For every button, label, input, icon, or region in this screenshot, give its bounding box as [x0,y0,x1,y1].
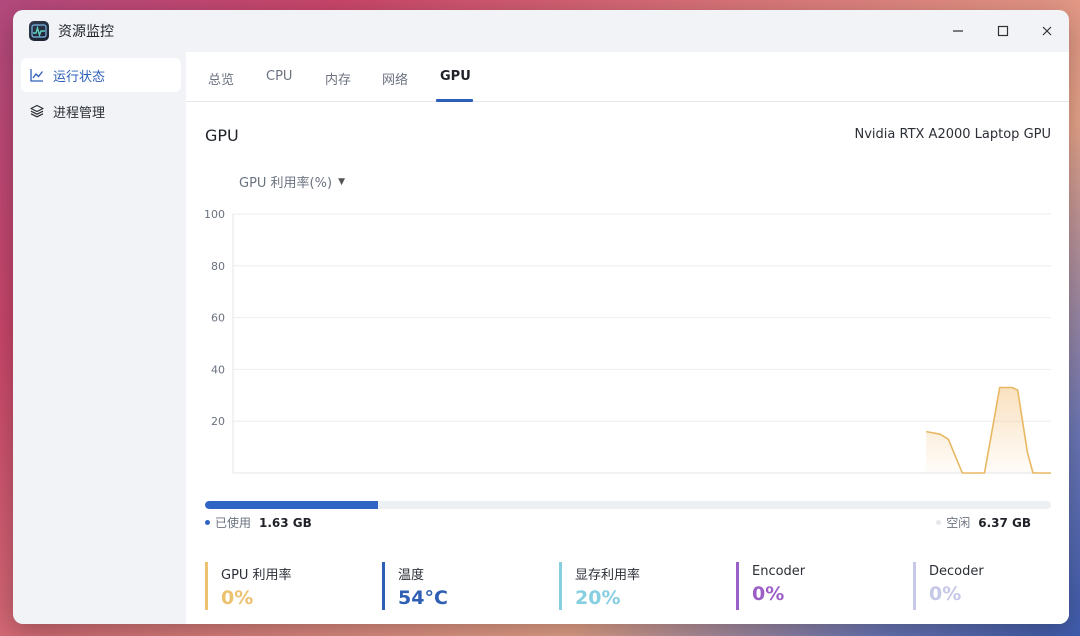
chart-line-icon [29,67,45,83]
gpu-model-name: Nvidia RTX A2000 Laptop GPU [854,127,1052,142]
memory-free: 空闲 6.37 GB [936,514,1031,531]
close-icon [1042,26,1052,36]
stat-value: 0% [752,583,785,605]
sidebar-item-running-status[interactable]: 运行状态 [21,58,181,92]
sidebar-item-label: 运行状态 [53,69,106,85]
minimize-icon [953,30,963,32]
gpu-utilization-chart: 100 80 60 40 20 [204,208,1051,474]
sidebar-item-process-management[interactable]: 进程管理 [21,94,181,128]
used-dot-icon [205,520,210,525]
minimize-button[interactable] [947,21,969,41]
tab-active-indicator [436,99,473,102]
stat-encoder: Encoder 0% [736,562,805,610]
stat-value: 20% [575,587,621,609]
caret-down-icon: ▼ [338,176,345,187]
stat-value: 0% [221,587,254,609]
memory-used: 已使用 1.63 GB [205,514,312,531]
tab-network[interactable]: 网络 [382,69,408,88]
layers-icon [29,103,45,119]
metric-dropdown-label: GPU 利用率(%) [239,176,333,191]
close-button[interactable] [1036,21,1058,41]
app-icon [29,21,49,41]
tab-memory[interactable]: 内存 [325,69,351,88]
memory-usage-bar-fill [205,501,378,509]
tab-cpu[interactable]: CPU [266,69,292,84]
memory-used-value: 1.63 GB [259,515,312,530]
maximize-button[interactable] [992,21,1014,41]
memory-free-label: 空闲 [946,516,971,530]
stat-decoder: Decoder 0% [913,562,984,610]
stat-label: Encoder [752,564,806,579]
stat-temperature: 温度 54°C [382,562,448,610]
stat-label: Decoder [929,564,984,579]
y-tick-label: 60 [211,312,225,325]
y-tick-label: 100 [204,208,225,221]
stat-gpu-utilization: GPU 利用率 0% [205,562,292,610]
y-tick-label: 40 [211,363,225,376]
memory-used-label: 已使用 [215,516,252,530]
title-bar: 资源监控 [13,10,1069,52]
stat-label: 显存利用率 [575,568,641,583]
metric-dropdown[interactable]: GPU 利用率(%) ▼ [239,172,345,191]
gpu-stats: GPU 利用率 0% 温度 54°C 显存利用率 20% Encoder 0% … [205,562,1055,612]
app-window: 资源监控 运行状态 进程管理 总览 CPU 内存 网络 GPU GPU Nvid… [13,10,1069,624]
y-tick-label: 80 [211,260,225,273]
free-dot-icon [936,520,942,525]
memory-usage-bar [205,501,1051,509]
tab-bar: 总览 CPU 内存 网络 GPU [186,52,1069,102]
stat-label: GPU 利用率 [221,568,292,583]
memory-free-value: 6.37 GB [978,515,1031,530]
sidebar: 运行状态 进程管理 [21,58,181,130]
stat-label: 温度 [398,568,425,583]
page-title: GPU [205,126,239,145]
stat-value: 0% [929,583,962,605]
tab-overview[interactable]: 总览 [208,69,234,88]
series-area [926,387,1051,473]
app-title: 资源监控 [58,24,114,40]
stat-vram-utilization: 显存利用率 20% [559,562,640,610]
stat-value: 54°C [398,587,448,609]
maximize-icon [997,25,1009,37]
sidebar-item-label: 进程管理 [53,105,106,121]
tab-gpu[interactable]: GPU [440,69,471,84]
y-tick-label: 20 [211,415,225,428]
main-content: 总览 CPU 内存 网络 GPU GPU Nvidia RTX A2000 La… [186,52,1069,624]
